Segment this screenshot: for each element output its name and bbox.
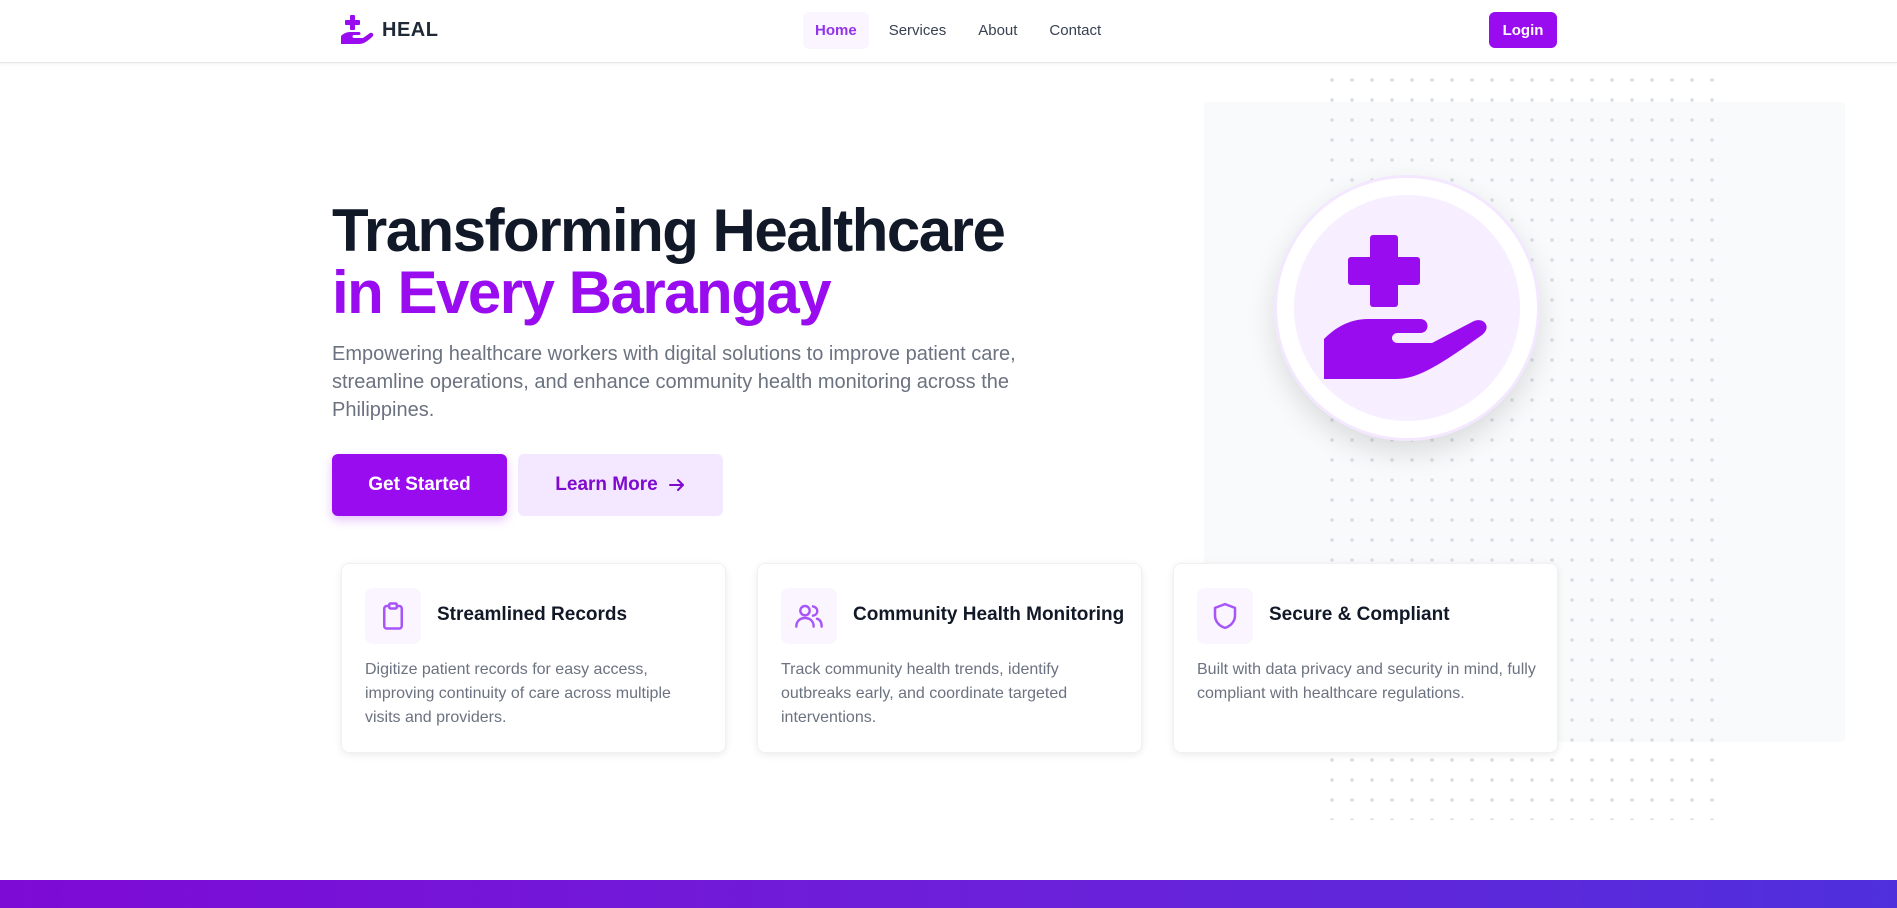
hero-illustration <box>1274 175 1540 441</box>
users-icon <box>795 604 823 628</box>
site-header: HEAL Home Services About Contact Login <box>0 0 1897 63</box>
nav-home[interactable]: Home <box>803 12 869 49</box>
bottom-gradient-band <box>0 880 1897 908</box>
login-button[interactable]: Login <box>1489 12 1557 48</box>
feature-description: Built with data privacy and security in … <box>1197 661 1536 702</box>
nav-about[interactable]: About <box>966 12 1029 49</box>
feature-icon-box <box>781 588 837 644</box>
main-nav: Home Services About Contact <box>803 12 1113 49</box>
hero-subtitle: Empowering healthcare workers with digit… <box>332 343 1016 421</box>
hero-illustration-inner <box>1294 195 1520 421</box>
nav-contact[interactable]: Contact <box>1037 12 1113 49</box>
feature-title: Streamlined Records <box>437 604 628 625</box>
arrow-right-icon <box>668 479 684 491</box>
feature-title: Community Health Monitoring <box>853 604 1125 625</box>
nav-services[interactable]: Services <box>877 12 959 49</box>
feature-card: Secure & Compliant Built with data priva… <box>1173 563 1558 753</box>
brand-name: HEAL <box>382 18 439 41</box>
hand-holding-medical-icon <box>1324 235 1487 379</box>
get-started-button[interactable]: Get Started <box>332 454 507 516</box>
learn-more-label: Learn More <box>555 474 658 495</box>
brand-logo[interactable]: HEAL <box>340 14 438 46</box>
shield-icon <box>1213 602 1237 630</box>
hero-title-line1: Transforming Healthcare <box>332 197 1006 264</box>
feature-description: Track community health trends, identify … <box>781 661 1068 726</box>
learn-more-button[interactable]: Learn More <box>518 454 723 516</box>
clipboard-icon <box>383 602 403 630</box>
feature-card: Streamlined Records Digitize patient rec… <box>341 563 726 753</box>
feature-title: Secure & Compliant <box>1269 604 1450 625</box>
feature-card: Community Health Monitoring Track commun… <box>757 563 1142 753</box>
hand-holding-medical-icon <box>341 15 374 44</box>
feature-description: Digitize patient records for easy access… <box>365 661 671 726</box>
feature-icon-box <box>365 588 421 644</box>
hero-title: Transforming Healthcare in Every Baranga… <box>332 197 1006 326</box>
hero-title-line2: in Every Barangay <box>332 259 832 326</box>
feature-icon-box <box>1197 588 1253 644</box>
